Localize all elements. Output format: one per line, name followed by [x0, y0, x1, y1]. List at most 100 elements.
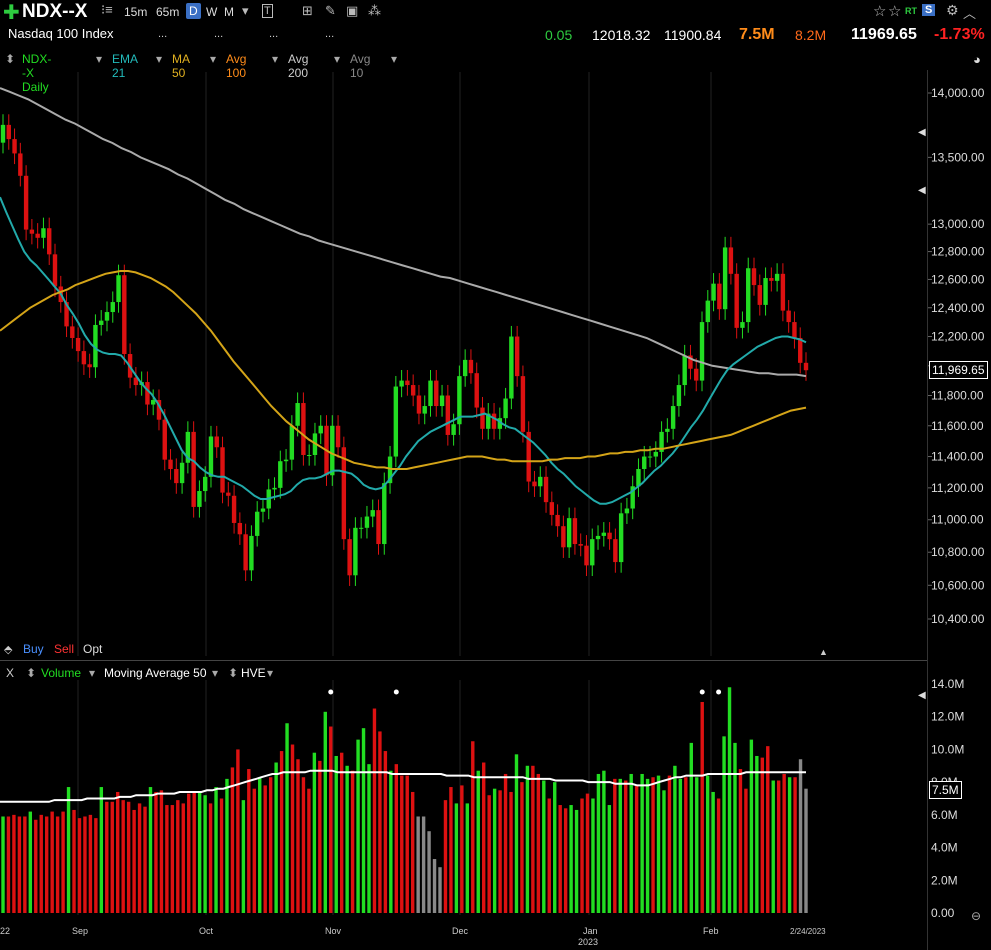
volume-bar [596, 773, 601, 913]
price-tick-label: 11,200.00 [931, 481, 984, 495]
options-button[interactable]: Opt [83, 642, 102, 656]
candle-body [52, 254, 58, 287]
volume-bar [268, 777, 273, 913]
last-price-label: 11,969.65 [929, 361, 988, 379]
candle-body [237, 522, 243, 535]
volume-bar [301, 777, 306, 913]
candle-body [41, 228, 46, 238]
hve-marker [716, 689, 722, 695]
candle-body [555, 514, 560, 527]
price-tick-label: 10,400.00 [931, 612, 985, 626]
candle-body [347, 539, 352, 576]
volume-bar [132, 809, 136, 913]
candle-body [410, 385, 416, 396]
volume-bar [236, 749, 240, 913]
candle-body [694, 368, 699, 381]
volume-bar [432, 859, 437, 913]
volume-bar [285, 723, 289, 913]
chevron-down-icon[interactable]: ▾ [267, 666, 273, 680]
candle-body [538, 476, 543, 487]
volume-bar [252, 788, 256, 913]
moving-average-indicator[interactable]: Moving Average 50 [104, 666, 207, 680]
volume-bar [482, 762, 486, 913]
volume-bar [618, 778, 622, 913]
volume-bar [711, 791, 715, 913]
collapse-icon[interactable]: ⬍ [26, 666, 36, 680]
volume-bar [137, 803, 142, 913]
volume-tick-label: 14.0M [931, 677, 964, 691]
volume-bar [427, 831, 431, 913]
volume-bar [361, 728, 366, 913]
candle-body [445, 395, 451, 435]
candle-body [393, 386, 399, 457]
candle-body [792, 322, 797, 338]
volume-bar [738, 769, 743, 913]
buy-button[interactable]: Buy [23, 642, 44, 656]
order-icon[interactable]: ⬘ [4, 643, 12, 656]
volume-bar [563, 808, 568, 913]
volume-bar [6, 816, 11, 913]
volume-bar [307, 788, 311, 913]
candle-body [358, 527, 364, 529]
volume-bar [662, 790, 666, 913]
volume-bar [695, 777, 699, 913]
candle-body [330, 425, 335, 476]
volume-bar [634, 785, 639, 913]
date-axis-label: 22 [0, 926, 10, 936]
candle-body [428, 380, 433, 407]
volume-bar [394, 764, 399, 913]
close-pane-button[interactable]: X [6, 666, 14, 680]
chevron-down-icon[interactable]: ▾ [89, 666, 95, 680]
volume-indicator[interactable]: Volume [41, 666, 81, 680]
date-axis-label: Jan [583, 926, 598, 936]
candle-body [416, 395, 422, 414]
candle-body [676, 385, 682, 407]
chevron-down-icon[interactable]: ▾ [212, 666, 218, 680]
price-tick-label: 10,800.00 [931, 545, 985, 559]
volume-tick-label: 2.0M [931, 873, 958, 887]
candle-body [301, 403, 306, 455]
candle-body [653, 451, 658, 457]
candle-body [543, 476, 549, 503]
candle-body [566, 518, 572, 548]
candle-body [462, 359, 468, 377]
volume-bar [553, 782, 557, 913]
volume-bar [602, 770, 606, 913]
scroll-up-icon[interactable]: ▲ [819, 647, 828, 657]
volume-bar [744, 788, 748, 913]
volume-bar [465, 803, 470, 913]
volume-tick-label: 4.0M [931, 841, 958, 855]
volume-bar [400, 775, 404, 913]
zoom-icon[interactable]: ⊖ [971, 909, 981, 923]
candle-body [514, 336, 520, 377]
volume-bar [591, 798, 595, 913]
volume-bar [525, 765, 530, 913]
volume-bar [203, 795, 207, 913]
candle-body [335, 425, 341, 448]
candle-body [740, 322, 745, 328]
price-volume-chart[interactable]: 14,000.00 13,500.00 13,000.00 12,800.00 12,6… [0, 0, 991, 950]
sell-button[interactable]: Sell [54, 642, 74, 656]
candle-body [422, 406, 427, 414]
volume-bar [143, 806, 147, 913]
pane-divider[interactable] [0, 660, 927, 661]
price-tick-label: 11,600.00 [931, 419, 984, 433]
candle-body [202, 476, 208, 492]
volume-bar [329, 726, 333, 913]
volume-bar [558, 805, 562, 913]
candle-body [561, 526, 566, 548]
candle-body [665, 428, 670, 432]
price-tick-label: 11,800.00 [931, 389, 984, 403]
candle-body [289, 425, 295, 460]
hve-indicator[interactable]: HVE [241, 666, 266, 680]
candle-body [451, 424, 456, 435]
collapse-icon[interactable]: ⬍ [228, 666, 238, 680]
candle-body [220, 447, 225, 493]
candle-body [23, 175, 29, 230]
volume-tick-label: 12.0M [931, 710, 964, 724]
volume-bar [421, 816, 426, 913]
candle-body [590, 539, 595, 566]
candle-body [306, 454, 312, 456]
price-tick-label: 10,600.00 [931, 578, 985, 592]
volume-bar [410, 791, 415, 913]
